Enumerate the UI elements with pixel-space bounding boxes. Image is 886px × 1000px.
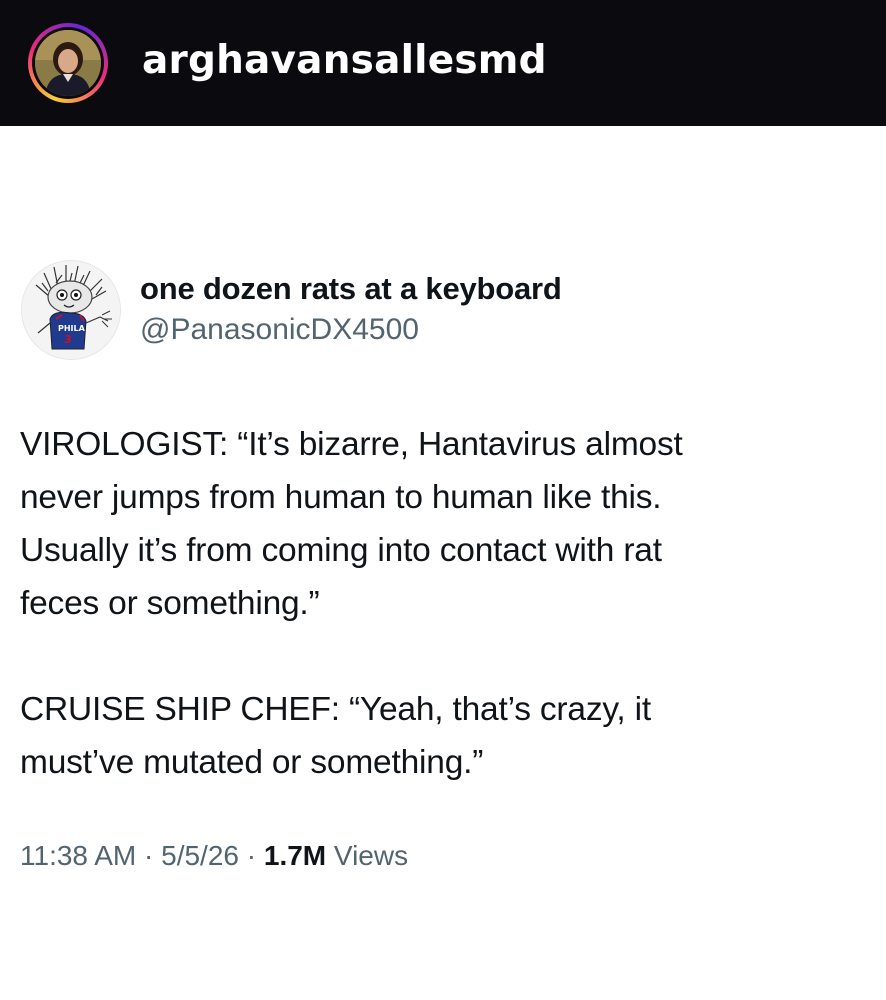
tweet-paragraph: CRUISE SHIP CHEF: “Yeah, that’s crazy, i… xyxy=(20,691,651,781)
profile-photo xyxy=(35,30,101,96)
views-label: Views xyxy=(333,840,409,871)
profile-avatar[interactable] xyxy=(24,23,124,103)
separator-dot: · xyxy=(144,840,154,871)
separator-dot: · xyxy=(246,840,257,871)
tweet-metadata: 11:38 AM · 5/5/26 · 1.7M Views xyxy=(20,840,408,872)
svg-text:3: 3 xyxy=(64,333,72,346)
tweet-card: PHILA 3 one dozen rats at a keyboard @Pa… xyxy=(0,126,886,1000)
tweet-date[interactable]: 5/5/26 xyxy=(161,840,239,871)
tweet-text: VIROLOGIST: “It’s bizarre, Hantavirus al… xyxy=(20,418,860,789)
views-count: 1.7M xyxy=(263,840,327,871)
tweet-paragraph: VIROLOGIST: “It’s bizarre, Hantavirus al… xyxy=(20,426,683,622)
instagram-header: arghavansallesmd xyxy=(0,0,886,126)
cartoon-character-icon: PHILA 3 xyxy=(22,261,120,359)
tweet-time[interactable]: 11:38 AM xyxy=(20,840,136,871)
person-photo-icon xyxy=(35,30,101,96)
instagram-username[interactable]: arghavansallesmd xyxy=(142,38,547,83)
tweet-author-name[interactable]: one dozen rats at a keyboard xyxy=(140,271,562,307)
tweet-author-handle[interactable]: @PanasonicDX4500 xyxy=(140,313,419,347)
svg-text:PHILA: PHILA xyxy=(58,324,86,333)
tweet-author-avatar[interactable]: PHILA 3 xyxy=(21,260,121,360)
